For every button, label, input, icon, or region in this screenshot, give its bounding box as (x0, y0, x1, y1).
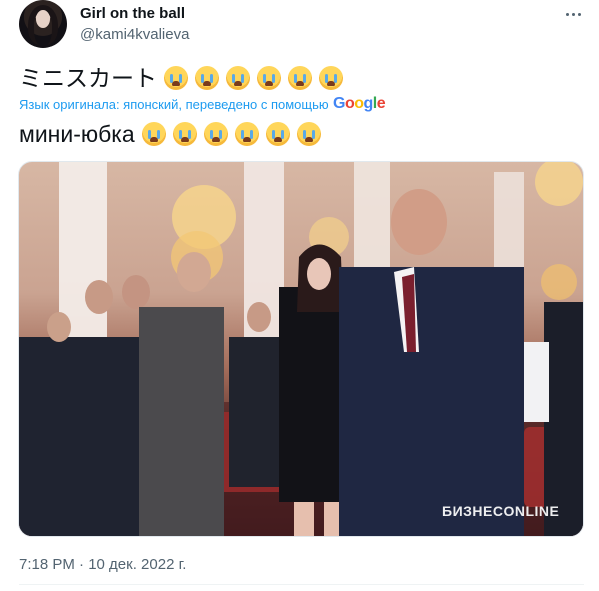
crying-face-icon (195, 66, 219, 90)
translated-text: мини-юбка (19, 121, 135, 147)
tweet-timestamp[interactable]: 7:18 PM · 10 дек. 2022 г. (19, 556, 186, 573)
tweet-original-text: ミニスカート (19, 64, 343, 92)
author-handle[interactable]: @kami4kvalieva (80, 26, 189, 43)
crying-face-icon (234, 122, 259, 146)
crying-face-icon (226, 66, 250, 90)
crying-face-icon (172, 122, 197, 146)
photo-watermark: БИЗНЕСONLINE (442, 503, 560, 519)
crying-face-icon (265, 122, 290, 146)
crying-face-icon (203, 122, 228, 146)
author-name[interactable]: Girl on the ball (80, 5, 185, 22)
crying-face-icon (141, 122, 166, 146)
photo-scene (19, 162, 583, 536)
crying-face-icon (164, 66, 188, 90)
tweet-translated-text: мини-юбка (19, 120, 321, 148)
tweet-photo[interactable]: БИЗНЕСONLINE (18, 161, 584, 537)
avatar-face (36, 10, 50, 28)
translation-note[interactable]: Язык оригинала: японский, переведено с п… (19, 97, 329, 112)
crying-face-icon (296, 122, 321, 146)
original-text: ミニスカート (19, 65, 157, 91)
more-options-icon[interactable] (560, 4, 586, 24)
crying-face-icon (319, 66, 343, 90)
crying-face-icon (288, 66, 312, 90)
avatar[interactable] (19, 0, 67, 48)
tweet: Girl on the ball @kami4kvalieva ミニスカート Я… (0, 0, 599, 591)
google-logo: Google (333, 95, 386, 112)
crying-face-icon (257, 66, 281, 90)
divider (19, 584, 584, 585)
